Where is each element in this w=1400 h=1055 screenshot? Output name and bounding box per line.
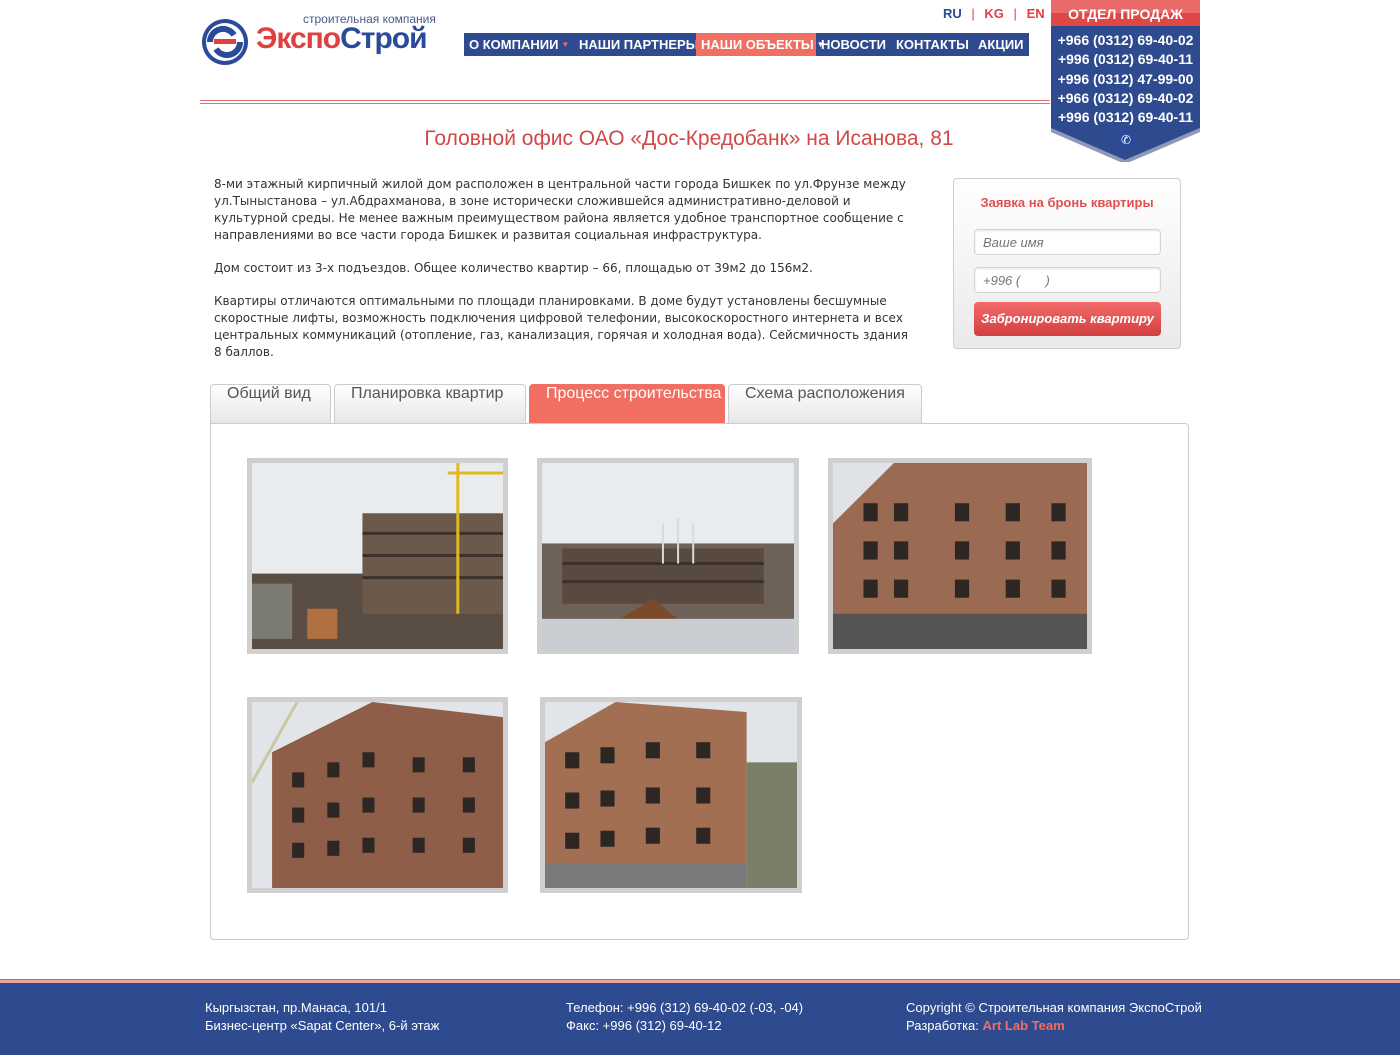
- tab-floor-plans[interactable]: Планировка квартир: [334, 384, 526, 424]
- name-input[interactable]: [974, 229, 1161, 255]
- nav-item-partners[interactable]: НАШИ ПАРТНЕРЫ: [571, 33, 699, 56]
- construction-photo-image: [252, 702, 503, 888]
- sales-phone[interactable]: +996 (0312) 69-40-11: [1049, 108, 1202, 127]
- gallery-photo[interactable]: [828, 458, 1092, 654]
- nav-item-label: АКЦИИ: [978, 37, 1024, 52]
- nav-item-promotions[interactable]: АКЦИИ: [973, 33, 1029, 56]
- gallery-photo[interactable]: [247, 458, 508, 654]
- lang-separator: |: [971, 6, 975, 21]
- footer-address-line: Кыргызстан, пр.Манаса, 101/1: [205, 1000, 387, 1015]
- chevron-down-icon: ▼: [561, 40, 570, 49]
- tab-location-map[interactable]: Схема расположения: [728, 384, 922, 424]
- lang-separator: |: [1013, 6, 1017, 21]
- page-title: Головной офис ОАО «Дос-Кредобанк» на Иса…: [424, 127, 954, 150]
- logo-name-part1: Экспо: [256, 22, 341, 55]
- footer-address-line: Бизнес-центр «Sapat Center», 6-й этаж: [205, 1018, 440, 1033]
- project-description: 8-ми этажный кирпичный жилой дом располо…: [214, 176, 914, 377]
- sales-phone-list: +966 (0312) 69-40-02 +996 (0312) 69-40-1…: [1049, 31, 1202, 127]
- footer-credits: Copyright © Строительная компания ЭкспоС…: [906, 999, 1202, 1035]
- logo[interactable]: строительная компания ЭкспоСтрой: [200, 12, 445, 70]
- construction-photo-image: [542, 463, 794, 649]
- description-paragraph: Дом состоит из 3-х подъездов. Общее коли…: [214, 261, 813, 275]
- footer-developer: Разработка: Art Lab Team: [906, 1017, 1202, 1035]
- header-divider: [200, 100, 1050, 104]
- booking-title: Заявка на бронь квартиры: [980, 195, 1154, 210]
- construction-photo-image: [545, 702, 797, 888]
- page: строительная компания ЭкспоСтрой RU | KG…: [0, 0, 1400, 1055]
- nav-item-label: НАШИ ОБЪЕКТЫ: [701, 37, 814, 52]
- booking-form: Заявка на бронь квартиры Забронировать к…: [953, 178, 1181, 349]
- nav-item-label: НАШИ ПАРТНЕРЫ: [579, 37, 699, 52]
- construction-photo-image: [833, 463, 1087, 649]
- nav-item-label: КОНТАКТЫ: [896, 37, 969, 52]
- logo-name-part2: Строй: [340, 22, 427, 55]
- gallery-photo[interactable]: [540, 697, 802, 893]
- main-nav: О КОМПАНИИ ▼ НАШИ ПАРТНЕРЫ НАШИ ОБЪЕКТЫ ▼ …: [464, 33, 1029, 56]
- lang-kg-link[interactable]: KG: [984, 6, 1004, 21]
- nav-item-news[interactable]: НОВОСТИ: [816, 33, 891, 56]
- footer-dev-label: Разработка:: [906, 1018, 979, 1033]
- tab-construction-process[interactable]: Процесс строительства: [529, 384, 725, 424]
- sales-phone[interactable]: +996 (0312) 69-40-11: [1049, 50, 1202, 69]
- gallery-photo[interactable]: [537, 458, 799, 654]
- construction-photo-image: [252, 463, 503, 649]
- tab-overview[interactable]: Общий вид: [210, 384, 331, 424]
- logo-name: ЭкспоСтрой: [256, 22, 428, 56]
- nav-item-label: НОВОСТИ: [821, 37, 887, 52]
- sales-phone[interactable]: +966 (0312) 69-40-02: [1049, 31, 1202, 50]
- nav-item-about[interactable]: О КОМПАНИИ ▼: [464, 33, 571, 56]
- sales-phone[interactable]: +966 (0312) 69-40-02: [1049, 89, 1202, 108]
- nav-item-projects[interactable]: НАШИ ОБЪЕКТЫ ▼: [696, 33, 825, 56]
- logo-mark-icon: [202, 19, 248, 65]
- gallery-photo[interactable]: [247, 697, 508, 893]
- footer-copyright: Copyright © Строительная компания ЭкспоС…: [906, 1000, 1202, 1015]
- footer-contacts: Телефон: +996 (312) 69-40-02 (-03, -04) …: [566, 999, 803, 1035]
- lang-ru-link[interactable]: RU: [943, 6, 962, 21]
- footer-fax: Факс: +996 (312) 69-40-12: [566, 1018, 722, 1033]
- language-switcher: RU | KG | EN: [940, 6, 1048, 21]
- book-apartment-button[interactable]: Забронировать квартиру: [974, 302, 1161, 336]
- nav-item-contacts[interactable]: КОНТАКТЫ: [891, 33, 973, 56]
- tab-bar: Общий вид Планировка квартир Процесс стр…: [210, 384, 925, 424]
- photo-gallery: [210, 423, 1189, 940]
- sales-title: ОТДЕЛ ПРОДАЖ: [1068, 6, 1183, 22]
- footer-phone: Телефон: +996 (312) 69-40-02 (-03, -04): [566, 1000, 804, 1015]
- footer: Кыргызстан, пр.Манаса, 101/1 Бизнес-цент…: [0, 983, 1400, 1055]
- nav-item-label: О КОМПАНИИ: [469, 37, 559, 52]
- footer-address: Кыргызстан, пр.Манаса, 101/1 Бизнес-цент…: [205, 999, 439, 1035]
- phone-input[interactable]: [974, 267, 1161, 293]
- sales-phone[interactable]: +996 (0312) 47-99-00: [1049, 70, 1202, 89]
- developer-link[interactable]: Art Lab Team: [983, 1018, 1065, 1033]
- lang-en-link[interactable]: EN: [1027, 6, 1045, 21]
- description-paragraph: Квартиры отличаются оптимальными по площ…: [214, 294, 908, 359]
- description-paragraph: 8-ми этажный кирпичный жилой дом располо…: [214, 177, 906, 242]
